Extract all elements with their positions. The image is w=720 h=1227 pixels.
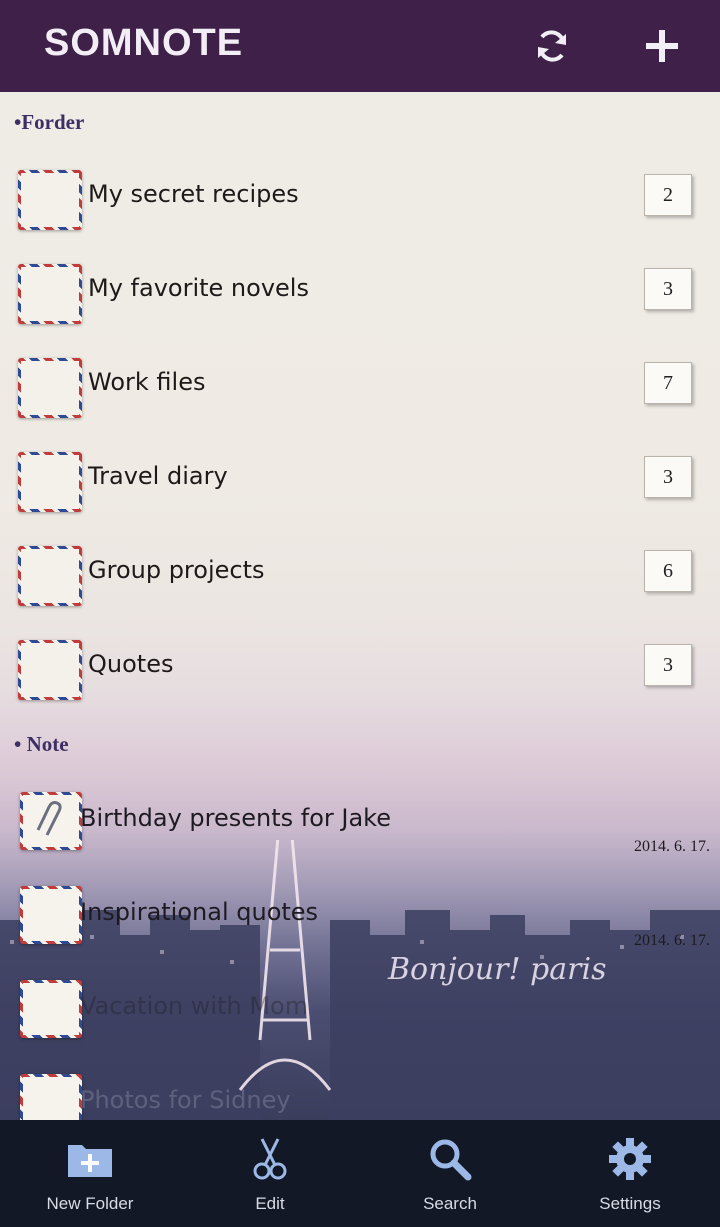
new-folder-label: New Folder <box>46 1194 134 1213</box>
note-title: Birthday presents for Jake <box>80 804 391 832</box>
note-date: 2014. 6. 17. <box>634 932 710 949</box>
folder-note-count: 3 <box>644 456 692 498</box>
folder-row[interactable]: My secret recipes 2 <box>0 160 720 240</box>
edit-label: Edit <box>255 1194 285 1213</box>
folder-name: Travel diary <box>88 462 228 490</box>
note-title: Vacation with Mom <box>80 992 309 1020</box>
new-folder-icon <box>68 1145 112 1177</box>
folder-section-label: •Forder <box>14 110 85 134</box>
postmark-stamp-icon <box>18 358 82 418</box>
note-row[interactable]: Birthday presents for Jake 2014. 6. 17. <box>0 792 720 886</box>
note-section-label: • Note <box>14 732 69 756</box>
note-row[interactable]: Inspirational quotes 2014. 6. 17. <box>0 886 720 980</box>
globe-stamp-icon <box>18 640 82 700</box>
app-logo: SOMNOTE <box>44 22 244 64</box>
plus-icon <box>646 30 678 62</box>
building-stamp-icon <box>18 546 82 606</box>
scissors-icon <box>253 1138 287 1180</box>
search-label: Search <box>423 1194 477 1213</box>
folder-note-count: 3 <box>644 268 692 310</box>
folder-name: My favorite novels <box>88 274 309 302</box>
sync-icon <box>538 30 566 62</box>
envelope-icon <box>20 980 82 1038</box>
airmail-stamp-icon <box>18 170 82 230</box>
app-header: SOMNOTE <box>0 0 720 92</box>
folder-name: Group projects <box>88 556 265 584</box>
folder-name: Work files <box>88 368 206 396</box>
folder-row[interactable]: Travel diary 3 <box>0 442 720 522</box>
portrait-stamp-icon <box>18 452 82 512</box>
paperclip-icon <box>20 792 82 850</box>
search-button[interactable]: Search <box>360 1120 540 1227</box>
settings-button[interactable]: Settings <box>540 1120 720 1227</box>
folder-name: Quotes <box>88 650 174 678</box>
new-folder-button[interactable]: New Folder <box>0 1120 180 1227</box>
folder-row[interactable]: Quotes 3 <box>0 630 720 710</box>
folder-note-count: 3 <box>644 644 692 686</box>
bottom-navigation: New Folder Edit Search Settings <box>0 1120 720 1227</box>
folder-note-count: 6 <box>644 550 692 592</box>
envelope-icon <box>20 886 82 944</box>
note-date: 2014. 6. 17. <box>634 838 710 855</box>
settings-label: Settings <box>599 1194 661 1213</box>
note-title: Photos for Sidney <box>80 1086 291 1114</box>
folder-row[interactable]: My favorite novels 3 <box>0 254 720 334</box>
add-button[interactable] <box>638 22 686 70</box>
envelope-stamp-icon <box>18 264 82 324</box>
folder-note-count: 7 <box>644 362 692 404</box>
folder-note-count: 2 <box>644 174 692 216</box>
folder-row[interactable]: Group projects 6 <box>0 536 720 616</box>
search-icon <box>430 1139 472 1181</box>
gear-icon <box>609 1138 651 1180</box>
sync-button[interactable] <box>528 22 576 70</box>
edit-button[interactable]: Edit <box>180 1120 360 1227</box>
note-row[interactable]: Vacation with Mom <box>0 980 720 1074</box>
folder-name: My secret recipes <box>88 180 299 208</box>
note-title: Inspirational quotes <box>80 898 319 926</box>
folder-row[interactable]: Work files 7 <box>0 348 720 428</box>
